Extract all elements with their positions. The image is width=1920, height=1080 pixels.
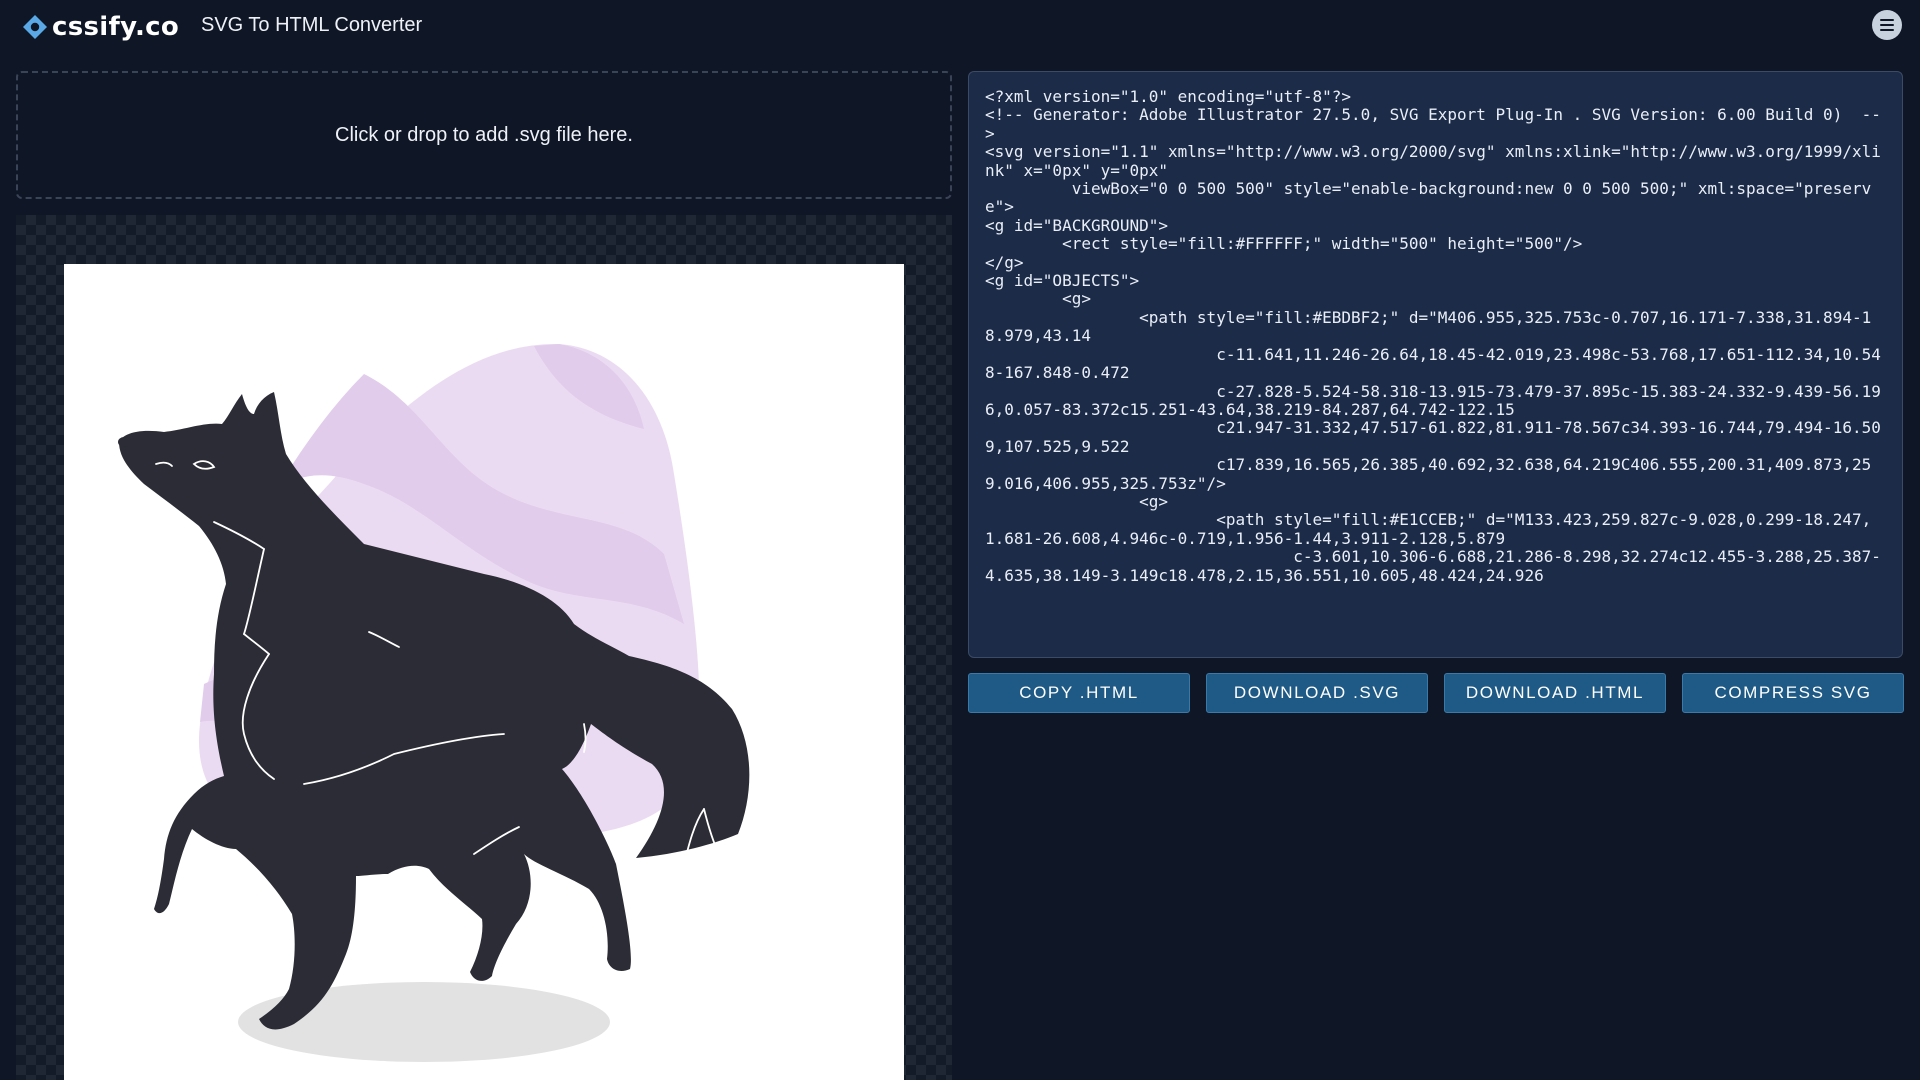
download-svg-button[interactable]: DOWNLOAD .SVG — [1206, 673, 1428, 713]
hamburger-menu-icon — [1880, 19, 1894, 31]
wolf-nose — [118, 437, 130, 447]
logo-text: cssify.co — [52, 12, 179, 42]
wolf-illustration — [118, 343, 750, 1062]
top-header: cssify.co SVG To HTML Converter — [0, 0, 1920, 56]
page-title: SVG To HTML Converter — [201, 14, 423, 36]
svg-file-dropzone[interactable]: Click or drop to add .svg file here. — [16, 71, 952, 199]
dropzone-label: Click or drop to add .svg file here. — [335, 123, 633, 146]
svg-preview-artwork — [64, 264, 904, 1080]
menu-button[interactable] — [1872, 10, 1902, 40]
compress-svg-button[interactable]: COMPRESS SVG — [1682, 673, 1904, 713]
copy-html-button[interactable]: COPY .HTML — [968, 673, 1190, 713]
logo-link[interactable]: cssify.co — [22, 12, 179, 42]
svg-preview-panel — [16, 215, 952, 1080]
svg-code-textarea[interactable]: <?xml version="1.0" encoding="utf-8"?> <… — [968, 71, 1903, 658]
download-html-button[interactable]: DOWNLOAD .HTML — [1444, 673, 1666, 713]
logo-diamond-icon — [23, 15, 47, 39]
